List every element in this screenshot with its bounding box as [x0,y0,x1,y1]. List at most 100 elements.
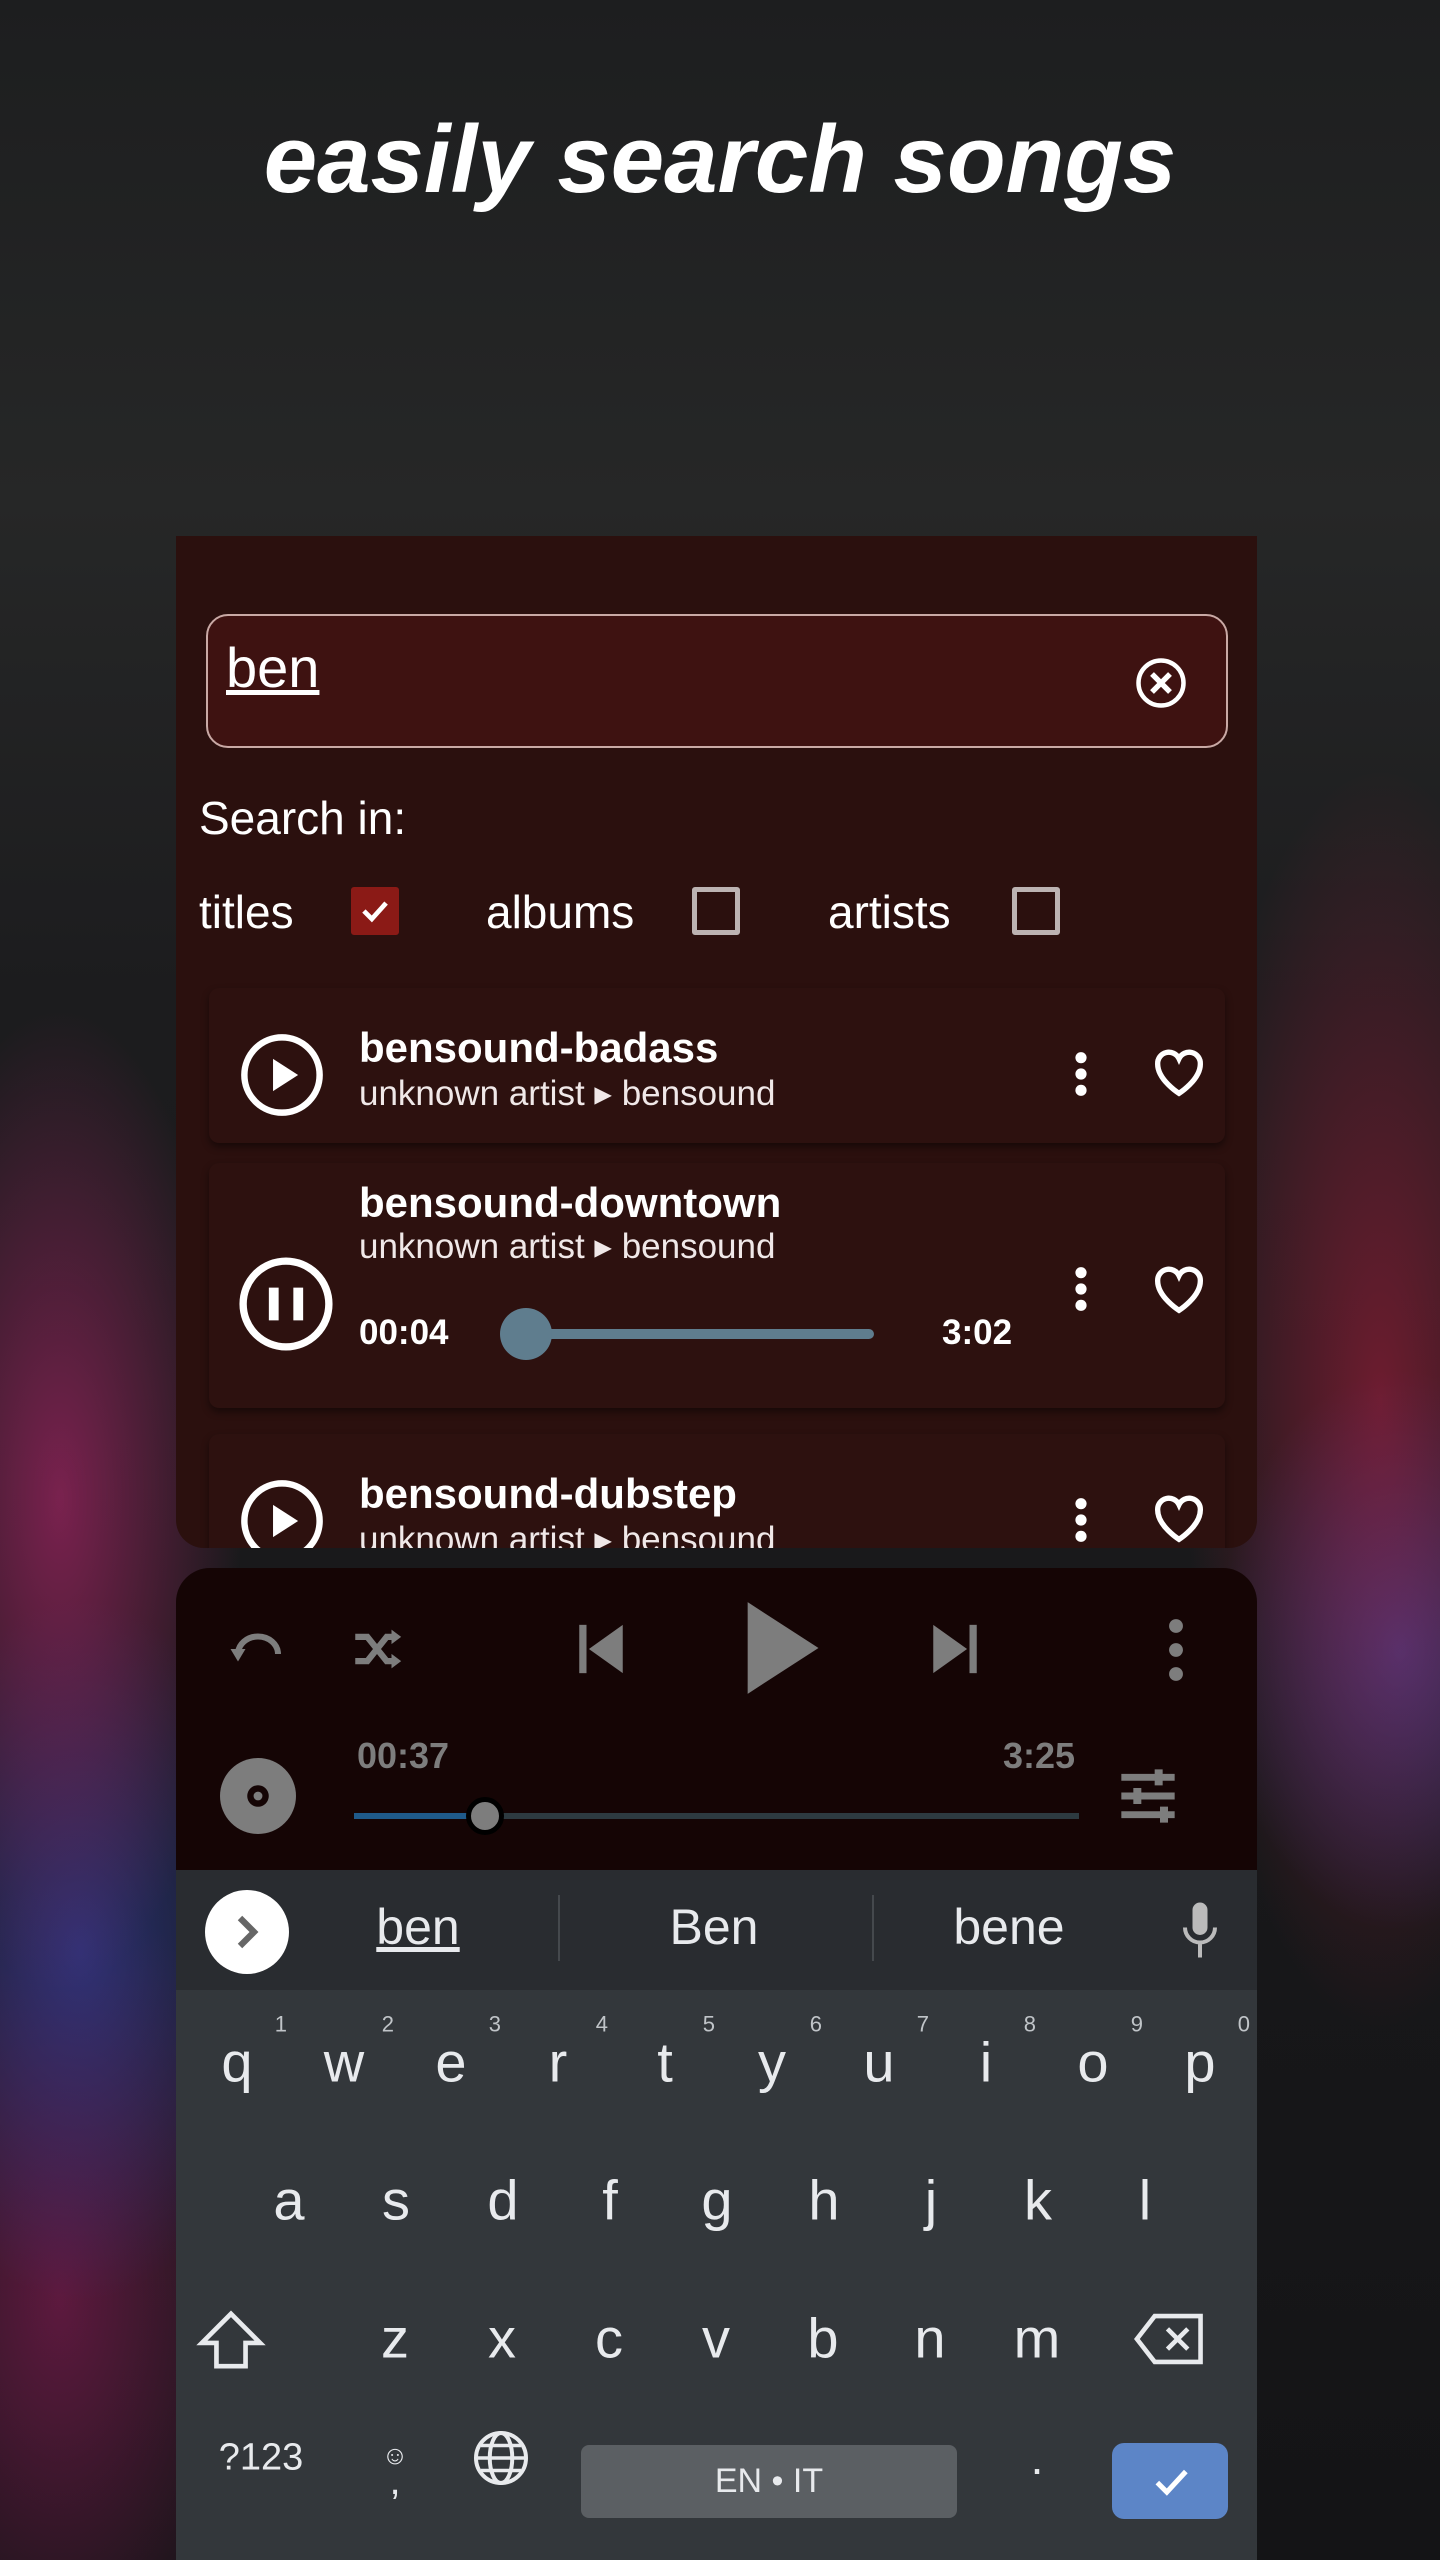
key-label: p [1184,2030,1216,2094]
play-icon[interactable] [239,1478,325,1548]
player-progress-thumb[interactable] [465,1797,504,1835]
song-item[interactable]: bensound-dubstep unknown artist ▸ bensou… [209,1434,1225,1548]
key-label: q [221,2030,253,2094]
song-title: bensound-dubstep [359,1470,737,1517]
space-key[interactable]: EN • IT [581,2445,957,2518]
repeat-icon[interactable] [228,1624,288,1674]
more-icon[interactable] [1061,1261,1101,1317]
song-duration: 3:02 [942,1313,1013,1352]
filter-artists-checkbox[interactable] [1012,887,1060,935]
disc-icon[interactable] [220,1758,296,1834]
search-panel: Search in: titles albums artists bensoun… [176,536,1257,1548]
enter-key[interactable] [1112,2443,1228,2519]
key[interactable]: w2 [294,2012,394,2095]
key[interactable]: o9 [1043,2012,1143,2095]
globe-icon[interactable] [471,2428,531,2488]
key-label: m [1013,2306,1061,2370]
microphone-icon[interactable] [1176,1900,1224,1960]
key[interactable]: r4 [508,2012,608,2095]
heart-icon[interactable] [1147,1040,1211,1104]
key[interactable]: h [774,2168,874,2233]
key[interactable]: p0 [1150,2012,1250,2095]
key-hint: 8 [1023,2011,1036,2037]
play-icon[interactable] [239,1032,325,1118]
key-hint: 3 [488,2011,501,2037]
key[interactable]: e3 [401,2012,501,2095]
key-label: d [487,2168,519,2232]
song-title: bensound-downtown [359,1179,782,1226]
key[interactable]: b [773,2306,873,2371]
key-label: t [657,2030,673,2094]
filter-titles-label: titles [199,886,294,938]
expand-button[interactable] [205,1890,289,1974]
key[interactable]: m [987,2306,1087,2371]
key[interactable]: z [345,2306,445,2371]
song-elapsed: 00:04 [359,1313,449,1352]
filter-artists-label: artists [828,886,951,938]
shuffle-icon[interactable] [348,1620,406,1678]
key-label: i [979,2030,993,2094]
comma-label: , [389,2459,401,2503]
filter-titles-checkbox[interactable] [351,887,399,935]
symbols-key[interactable]: ?123 [219,2437,304,2480]
song-item[interactable]: bensound-badass unknown artist ▸ bensoun… [209,988,1225,1143]
more-icon[interactable] [1161,1618,1191,1682]
key[interactable]: y6 [722,2012,822,2095]
key-label: o [1077,2030,1109,2094]
key-hint: 1 [274,2011,287,2037]
key[interactable]: k [988,2168,1088,2233]
filter-albums-label: albums [486,886,635,938]
key[interactable]: i8 [936,2012,1036,2095]
key-label: y [758,2030,786,2094]
key[interactable]: t5 [615,2012,715,2095]
key[interactable]: q1 [187,2012,287,2095]
mini-player: 00:37 3:25 [176,1568,1257,1870]
key-label: x [488,2306,516,2370]
filter-albums-checkbox[interactable] [692,887,740,935]
suggestion[interactable]: Ben [594,1898,834,1956]
song-item-playing[interactable]: bensound-downtown unknown artist ▸ benso… [209,1163,1225,1408]
key[interactable]: j [881,2168,981,2233]
key[interactable]: g [667,2168,767,2233]
period-key[interactable]: . [1031,2431,1044,2485]
player-progress-track[interactable] [354,1813,1079,1819]
key[interactable]: n [880,2306,980,2371]
heart-icon[interactable] [1147,1486,1211,1548]
emoji-comma-key[interactable]: ☺, [375,2440,415,2503]
key[interactable]: a [239,2168,339,2233]
pause-icon[interactable] [237,1255,335,1353]
key[interactable]: d [453,2168,553,2233]
clear-icon[interactable] [1134,656,1188,710]
search-field[interactable] [206,614,1228,748]
suggestion[interactable]: bene [889,1898,1129,1956]
key-label: a [273,2168,305,2232]
key[interactable]: x [452,2306,552,2371]
key-hint: 9 [1130,2011,1143,2037]
key-label: b [807,2306,839,2370]
backspace-icon[interactable] [1134,2311,1206,2367]
suggestion[interactable]: ben [298,1898,538,1956]
key[interactable]: s [346,2168,446,2233]
key-label: s [382,2168,410,2232]
more-icon[interactable] [1061,1492,1101,1548]
previous-icon[interactable] [572,1618,630,1680]
key[interactable]: l [1095,2168,1195,2233]
song-progress-track[interactable] [526,1329,874,1339]
key-label: v [702,2306,730,2370]
song-progress-thumb[interactable] [500,1308,552,1360]
key-label: e [435,2030,467,2094]
equalizer-icon[interactable] [1116,1764,1180,1828]
key[interactable]: f [560,2168,660,2233]
more-icon[interactable] [1061,1046,1101,1102]
song-subtitle: unknown artist ▸ bensound [359,1227,776,1266]
play-icon[interactable] [731,1598,831,1698]
key-label: f [602,2168,618,2232]
key[interactable]: c [559,2306,659,2371]
search-input[interactable] [226,632,1106,702]
key[interactable]: v [666,2306,766,2371]
shift-icon[interactable] [196,2308,266,2372]
next-icon[interactable] [926,1618,984,1680]
key[interactable]: u7 [829,2012,929,2095]
heart-icon[interactable] [1147,1257,1211,1321]
key-label: l [1138,2168,1152,2232]
